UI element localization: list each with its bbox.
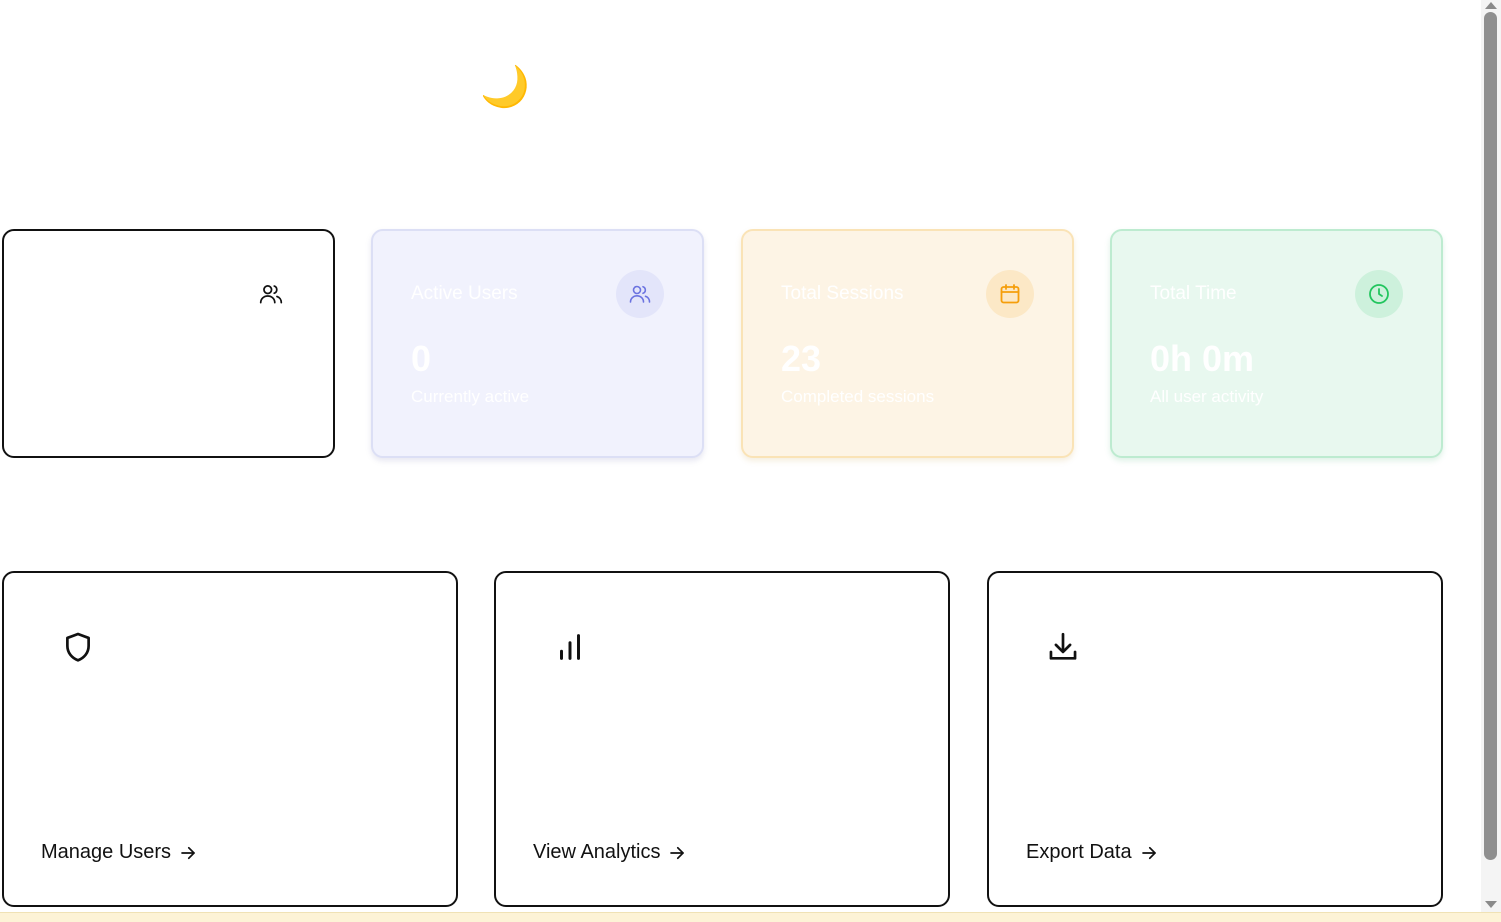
scroll-up-icon[interactable] (1485, 2, 1497, 9)
stat-subtitle: Completed sessions (781, 386, 935, 406)
users-icon (247, 270, 295, 318)
stat-card-total-sessions: Total Sessions 23 Completed sessions (741, 229, 1074, 458)
scrollbar-thumb[interactable] (1484, 12, 1497, 860)
stat-title: Total Time (1150, 283, 1237, 304)
clock-icon (1355, 270, 1403, 318)
theme-toggle-button[interactable]: 🌙 (480, 62, 530, 112)
stat-subtitle: All user activity (1150, 386, 1264, 406)
export-data-card[interactable]: Export Data (987, 571, 1443, 907)
view-analytics-link[interactable]: View Analytics (533, 841, 686, 864)
stat-value: 0h 0m (1150, 338, 1255, 379)
stat-value: 0 (411, 338, 432, 379)
calendar-icon (986, 270, 1034, 318)
arrow-right-icon (181, 846, 195, 859)
action-label: Manage Users (41, 841, 172, 863)
bottom-banner-edge (0, 912, 1501, 922)
stat-card-users (2, 229, 335, 458)
arrow-right-icon (670, 846, 685, 859)
moon-icon: 🌙 (480, 65, 530, 109)
stat-title: Total Sessions (781, 283, 904, 304)
scroll-down-icon[interactable] (1485, 901, 1497, 908)
bar-chart-icon (550, 627, 590, 667)
download-icon (1043, 627, 1083, 667)
export-data-link[interactable]: Export Data (1026, 841, 1158, 864)
stat-card-total-time: Total Time 0h 0m All user activity (1110, 229, 1443, 458)
stat-title: Active Users (411, 283, 518, 304)
manage-users-link[interactable]: Manage Users (41, 841, 197, 864)
vertical-scrollbar[interactable] (1481, 0, 1501, 912)
shield-icon (58, 627, 98, 667)
view-analytics-card[interactable]: View Analytics (494, 571, 950, 907)
action-label: Export Data (1026, 841, 1132, 863)
dashboard-page: 🌙 Active Users 0 Currently active Total … (0, 0, 1501, 922)
stat-value: 23 (781, 338, 822, 379)
stat-card-active-users: Active Users 0 Currently active (371, 229, 704, 458)
arrow-right-icon (1141, 846, 1156, 859)
manage-users-card[interactable]: Manage Users (2, 571, 458, 907)
stat-subtitle: Currently active (411, 386, 530, 406)
action-label: View Analytics (533, 841, 661, 863)
users-icon (616, 270, 664, 318)
